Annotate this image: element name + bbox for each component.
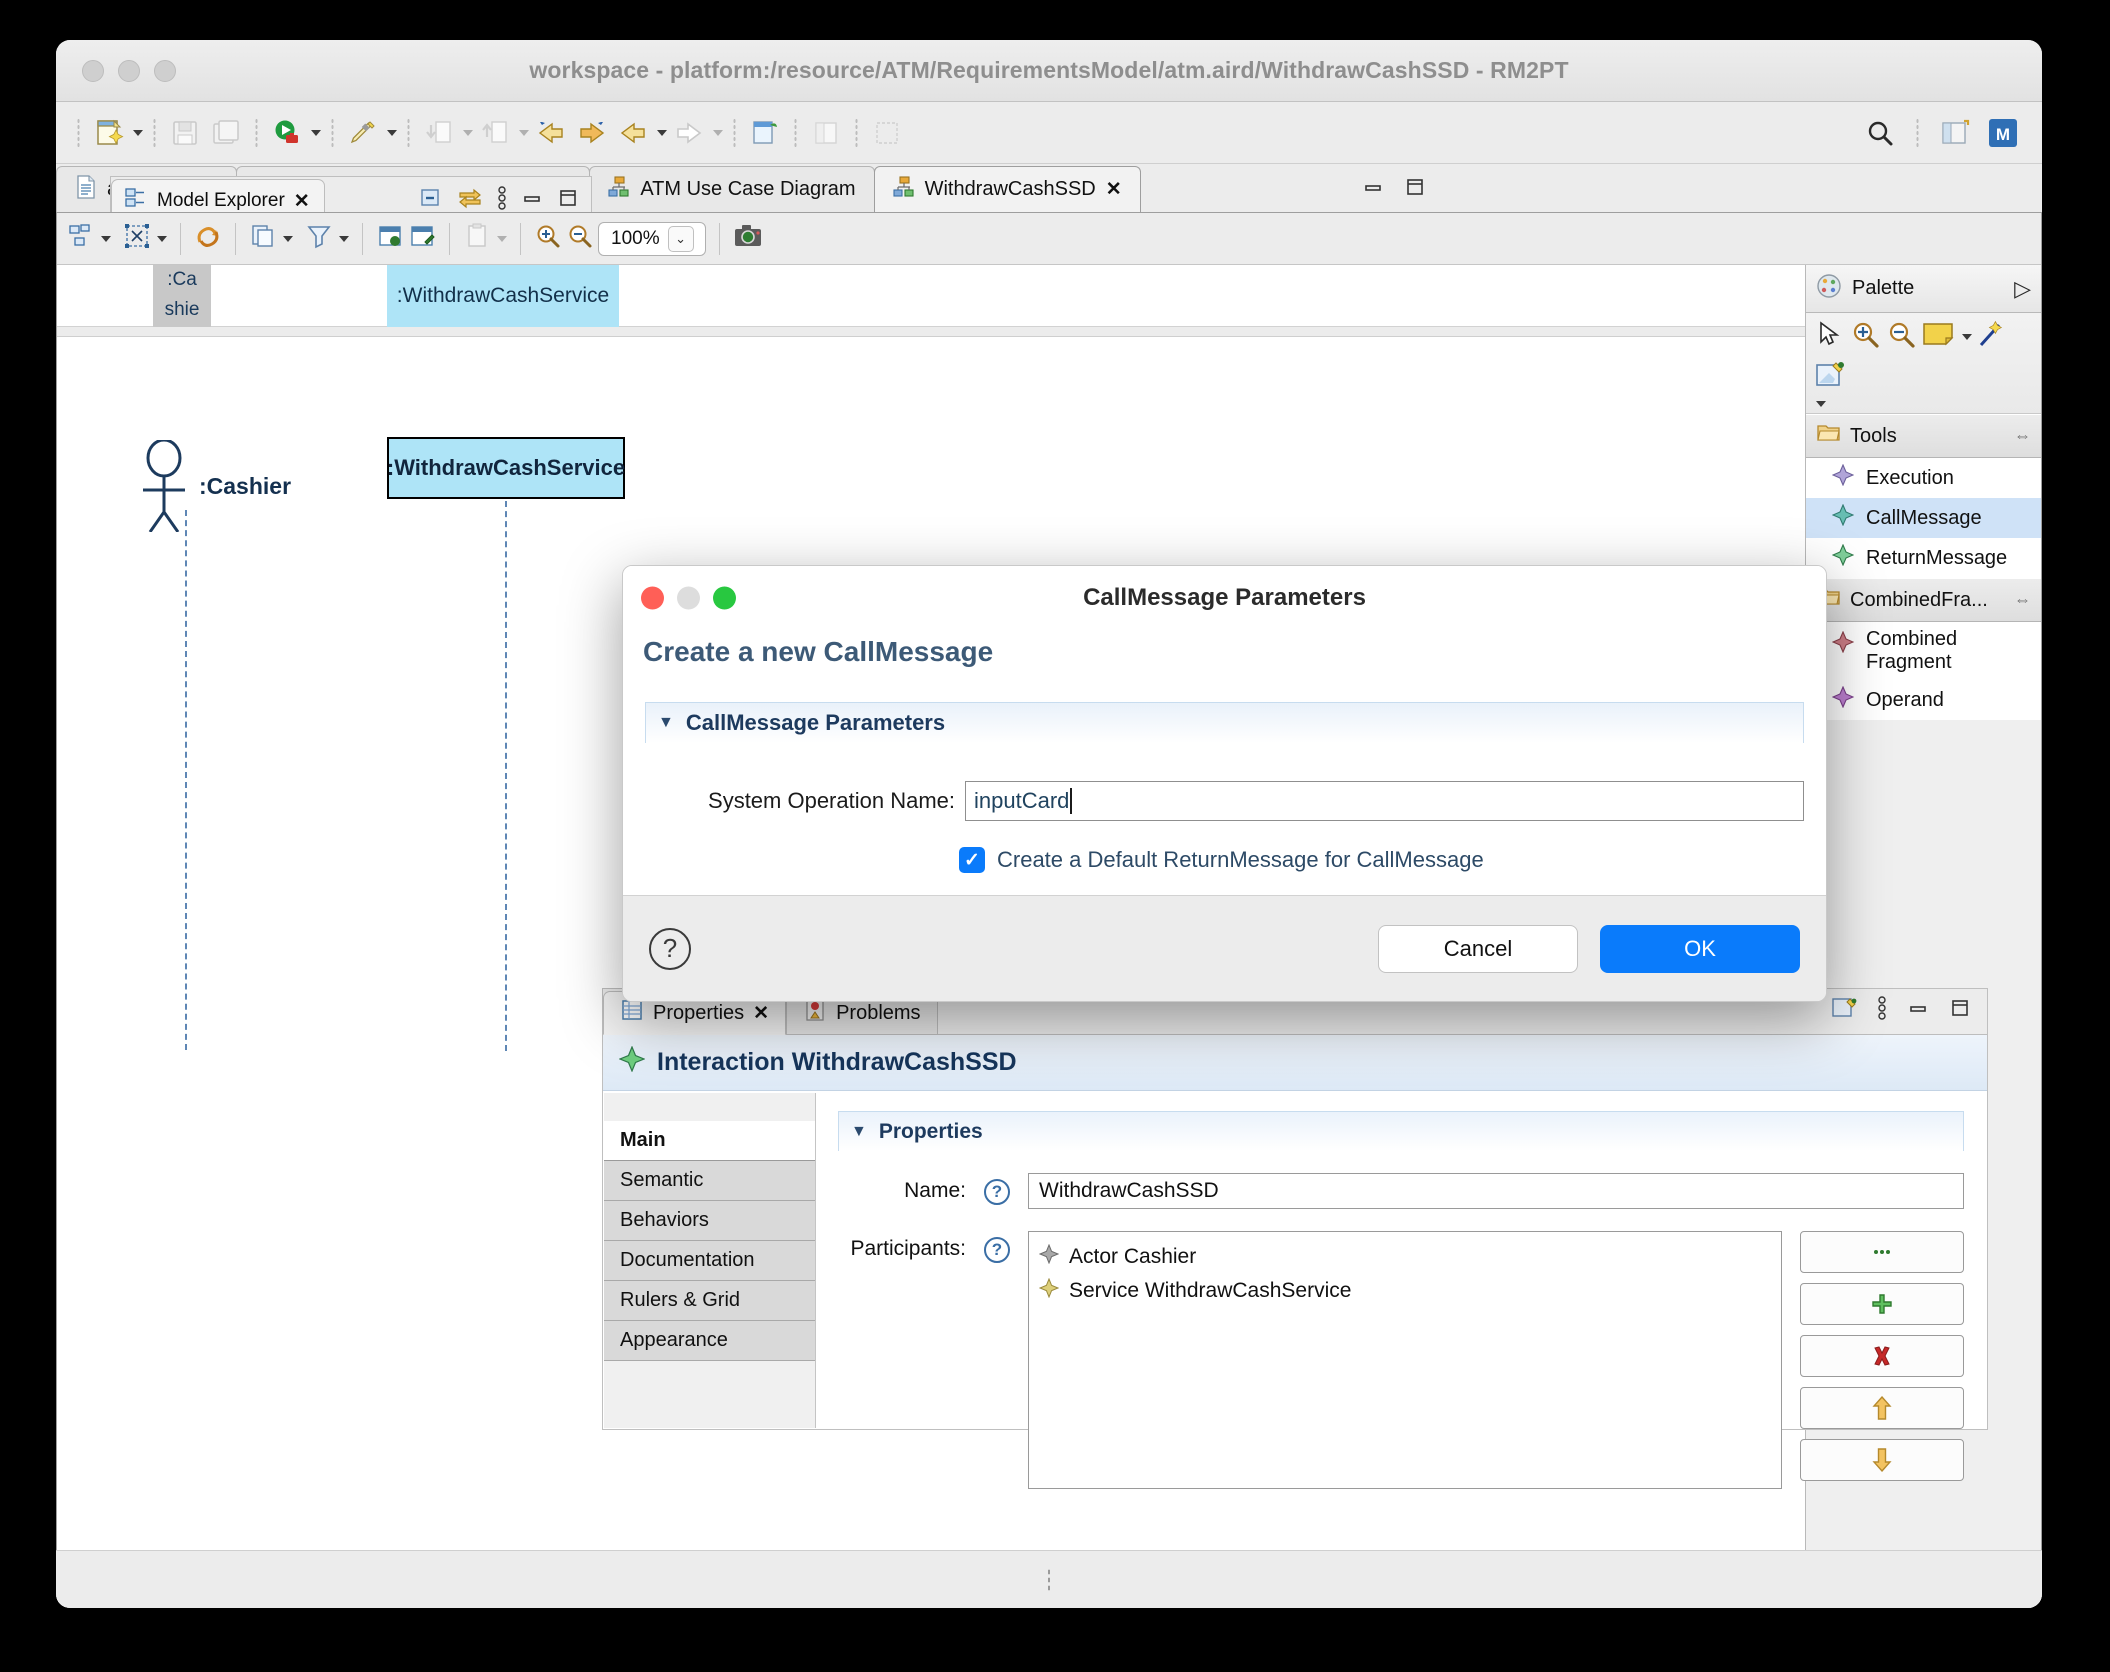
dialog-group-title: CallMessage Parameters bbox=[685, 710, 946, 735]
system-operation-name-row: System Operation Name: inputCard bbox=[645, 781, 1804, 821]
dialog-title: CallMessage Parameters bbox=[1083, 584, 1366, 611]
dialog-group: ▼ CallMessage Parameters bbox=[645, 702, 1804, 743]
text-cursor bbox=[1070, 788, 1073, 814]
system-operation-name-label: System Operation Name: bbox=[708, 788, 955, 813]
help-icon[interactable]: ? bbox=[649, 927, 691, 970]
dialog-close-button[interactable] bbox=[641, 586, 664, 610]
callmessage-parameters-dialog: CallMessage Parameters Create a new Call… bbox=[622, 565, 1827, 1002]
system-operation-name-value: inputCard bbox=[974, 788, 1070, 813]
default-returnmessage-label: Create a Default ReturnMessage for CallM… bbox=[997, 847, 1484, 872]
ok-button[interactable]: OK bbox=[1600, 924, 1800, 973]
chevron-down-icon[interactable]: ▼ bbox=[658, 714, 674, 732]
application-window: workspace - platform:/resource/ATM/Requi… bbox=[56, 40, 2042, 1608]
system-operation-name-input[interactable]: inputCard bbox=[965, 781, 1804, 821]
dialog-footer: ? Cancel OK bbox=[623, 895, 1826, 1001]
cancel-button[interactable]: Cancel bbox=[1378, 924, 1578, 973]
dialog-group-header[interactable]: ▼ CallMessage Parameters bbox=[646, 703, 1803, 743]
default-returnmessage-checkbox[interactable]: ✓ bbox=[959, 847, 985, 873]
dialog-zoom-button[interactable] bbox=[713, 586, 736, 610]
dialog-traffic-lights[interactable] bbox=[641, 586, 736, 610]
dialog-titlebar: CallMessage Parameters bbox=[623, 566, 1826, 630]
default-returnmessage-checkbox-row[interactable]: ✓ Create a Default ReturnMessage for Cal… bbox=[959, 847, 1826, 873]
dialog-minimize-button[interactable] bbox=[677, 586, 700, 610]
dialog-buttons: Cancel OK bbox=[1378, 924, 1800, 973]
dialog-heading: Create a new CallMessage bbox=[643, 636, 994, 667]
